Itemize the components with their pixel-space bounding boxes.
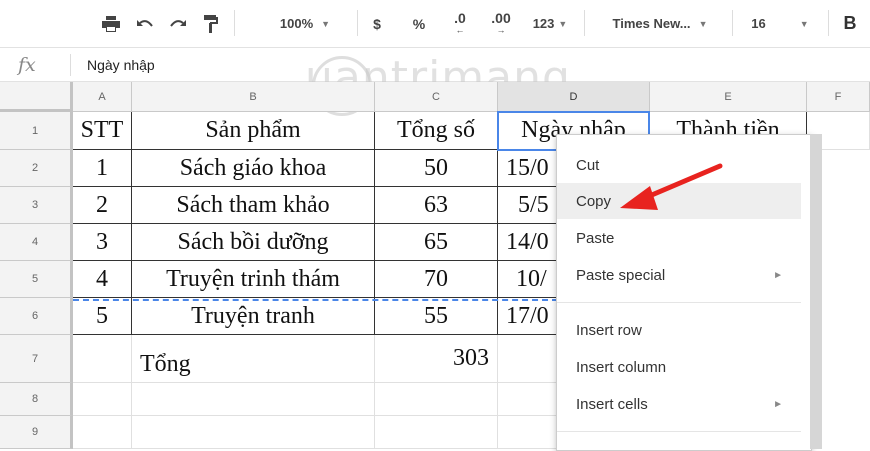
decrease-decimal-label: .0 [454, 9, 466, 26]
column-header-c[interactable]: C [375, 82, 498, 112]
cell-c7[interactable]: 303 [375, 335, 498, 383]
row-header-1[interactable]: 1 [0, 112, 73, 150]
annotation-arrow-icon [620, 163, 723, 210]
formula-divider [70, 54, 71, 76]
column-header-a[interactable]: A [73, 82, 132, 112]
cell-c4[interactable]: 65 [375, 224, 498, 261]
increase-decimal-label: .00 [491, 9, 511, 26]
cell-c6[interactable]: 55 [375, 298, 498, 335]
cell-c8[interactable] [375, 383, 498, 416]
increase-decimal-button[interactable]: .00 → [484, 0, 518, 47]
menu-divider [557, 431, 801, 432]
menu-item-insert-row[interactable]: Insert row [557, 312, 801, 348]
cell-c3[interactable]: 63 [375, 187, 498, 224]
cell-b9[interactable] [132, 416, 375, 449]
toolbar-divider [732, 10, 733, 36]
menu-item-insert-cells[interactable]: Insert cells ► [557, 386, 801, 422]
column-header-f[interactable]: F [807, 82, 870, 112]
menu-item-label: Copy [576, 192, 612, 210]
arrow-left-icon: ← [455, 24, 465, 35]
currency-format-button[interactable]: $ [365, 0, 389, 47]
column-header-e[interactable]: E [650, 82, 807, 112]
menu-divider [557, 302, 801, 303]
cell-b6[interactable]: Truyện tranh [132, 298, 375, 335]
menu-item-label: Insert cells [576, 395, 648, 413]
cell-c1[interactable]: Tổng số [375, 112, 498, 150]
cell-a1[interactable]: STT [73, 112, 132, 150]
decrease-decimal-button[interactable]: .0 ← [446, 0, 474, 47]
row-header-7[interactable]: 7 [0, 335, 73, 383]
menu-item-label: Paste [576, 229, 615, 247]
paint-format-icon[interactable] [198, 0, 224, 47]
font-size-value: 16 [751, 16, 766, 31]
font-family-select[interactable]: Times New... ▼ [595, 0, 725, 47]
cell-a6[interactable]: 5 [73, 298, 132, 335]
cell-b2[interactable]: Sách giáo khoa [132, 150, 375, 187]
cell-a8[interactable] [73, 383, 132, 416]
print-icon[interactable] [98, 0, 124, 47]
row-header-6[interactable]: 6 [0, 298, 73, 335]
bold-button[interactable]: B [838, 0, 862, 47]
row-header-2[interactable]: 2 [0, 150, 73, 187]
row-header-4[interactable]: 4 [0, 224, 73, 261]
arrow-right-icon: → [496, 24, 506, 35]
cell-b1[interactable]: Sản phẩm [132, 112, 375, 150]
chevron-down-icon: ▼ [799, 18, 809, 29]
percent-format-button[interactable]: % [407, 0, 431, 47]
column-header-d[interactable]: D [498, 82, 650, 112]
toolbar-divider [584, 10, 585, 36]
menu-item-label: Insert row [576, 321, 642, 339]
menu-item-paste[interactable]: Paste [557, 220, 801, 256]
select-all-corner[interactable] [0, 82, 73, 112]
menu-scrollbar[interactable] [810, 134, 822, 449]
row-header-9[interactable]: 9 [0, 416, 73, 449]
cell-b3[interactable]: Sách tham khảo [132, 187, 375, 224]
column-header-b[interactable]: B [132, 82, 375, 112]
cell-c2[interactable]: 50 [375, 150, 498, 187]
zoom-select[interactable]: 100% ▼ [260, 0, 350, 47]
font-family-value: Times New... [612, 16, 691, 31]
toolbar-divider [234, 10, 235, 36]
number-format-select[interactable]: 123 ▼ [525, 0, 575, 47]
chevron-down-icon: ▼ [321, 18, 331, 29]
toolbar: 100% ▼ $ % .0 ← .00 → 123 ▼ Times New... ▼ 16… [0, 0, 870, 48]
chevron-down-icon: ▼ [698, 18, 708, 29]
cell-c5[interactable]: 70 [375, 261, 498, 298]
menu-item-paste-special[interactable]: Paste special ► [557, 257, 801, 293]
menu-item-label: Cut [576, 156, 600, 174]
row-header-3[interactable]: 3 [0, 187, 73, 224]
toolbar-divider [828, 10, 829, 36]
cell-a7[interactable] [73, 335, 132, 383]
number-format-label: 123 [532, 16, 555, 31]
formula-input[interactable]: Ngày nhập [87, 57, 155, 73]
zoom-value: 100% [279, 16, 314, 31]
cell-a2[interactable]: 1 [73, 150, 132, 187]
font-size-select[interactable]: 16 ▼ [740, 0, 820, 47]
undo-icon[interactable] [132, 0, 158, 47]
cell-a9[interactable] [73, 416, 132, 449]
cell-b5[interactable]: Truyện trinh thám [132, 261, 375, 298]
cell-a3[interactable]: 2 [73, 187, 132, 224]
cell-a5[interactable]: 4 [73, 261, 132, 298]
fx-icon: fx [18, 54, 36, 76]
row-header-5[interactable]: 5 [0, 261, 73, 298]
copy-range-border [73, 299, 558, 301]
cell-a4[interactable]: 3 [73, 224, 132, 261]
submenu-arrow-icon: ► [773, 269, 783, 281]
cell-b7[interactable]: Tổng [132, 335, 375, 383]
redo-icon[interactable] [165, 0, 191, 47]
submenu-arrow-icon: ► [773, 398, 783, 410]
cell-b8[interactable] [132, 383, 375, 416]
menu-item-insert-column[interactable]: Insert column [557, 349, 801, 385]
menu-item-label: Paste special [576, 266, 666, 284]
toolbar-divider [357, 10, 358, 36]
menu-item-label: Insert column [576, 358, 667, 376]
row-header-8[interactable]: 8 [0, 383, 73, 416]
cell-b4[interactable]: Sách bồi dưỡng [132, 224, 375, 261]
chevron-down-icon: ▼ [558, 18, 568, 29]
cell-c9[interactable] [375, 416, 498, 449]
